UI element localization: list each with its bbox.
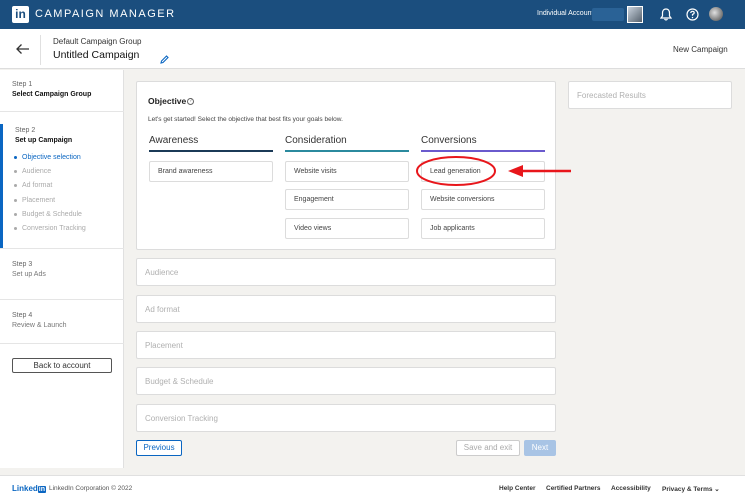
step-2-label: Step 2 [15, 127, 36, 134]
help-center-link[interactable]: Help Center [499, 485, 535, 492]
column-title-conversions: Conversions [421, 135, 477, 146]
consideration-color-bar [285, 150, 409, 152]
save-and-exit-button[interactable]: Save and exit [456, 440, 520, 456]
privacy-terms-link[interactable]: Privacy & Terms ⌄ [662, 485, 720, 493]
conversions-color-bar [421, 150, 545, 152]
app-title: CAMPAIGN MANAGER [35, 8, 176, 20]
column-title-consideration: Consideration [285, 135, 347, 146]
objective-option-lead-generation[interactable]: Lead generation [421, 161, 545, 182]
section-label: Audience [145, 268, 179, 277]
account-image[interactable] [627, 6, 643, 23]
objective-option-brand-awareness[interactable]: Brand awareness [149, 161, 273, 182]
section-label: Ad format [145, 305, 180, 314]
substep-placement[interactable]: Placement [14, 197, 55, 204]
step-3-label: Step 3 [12, 261, 33, 268]
forecast-title: Forecasted Results [577, 91, 646, 100]
pencil-icon[interactable] [160, 51, 169, 64]
forecasted-results-card: Forecasted Results [568, 81, 732, 109]
step-divider [0, 111, 124, 112]
bullet-icon [14, 226, 17, 230]
campaign-name[interactable]: Untitled Campaign [53, 49, 139, 61]
bell-icon[interactable] [658, 7, 673, 22]
step-4[interactable]: Step 4 Review & Launch [12, 312, 66, 329]
step-divider [0, 248, 124, 249]
certified-partners-link[interactable]: Certified Partners [546, 485, 601, 492]
new-campaign-button[interactable]: New Campaign [673, 45, 728, 54]
objective-option-website-conversions[interactable]: Website conversions [421, 189, 545, 210]
section-label: Placement [145, 341, 183, 350]
awareness-color-bar [149, 150, 273, 152]
header-divider [40, 35, 41, 65]
bullet-icon [14, 169, 17, 173]
privacy-terms-label: Privacy & Terms [662, 486, 713, 493]
substep-label: Ad format [22, 182, 53, 189]
campaign-header: Default Campaign Group Untitled Campaign… [0, 29, 745, 69]
section-audience[interactable]: Audience [136, 258, 556, 286]
linkedin-logo[interactable]: in [12, 6, 29, 23]
objective-option-engagement[interactable]: Engagement [285, 189, 409, 210]
step-3[interactable]: Step 3 Set up Ads [12, 261, 46, 278]
substep-ad-format[interactable]: Ad format [14, 182, 52, 189]
step-2[interactable]: Step 2 Set up Campaign [15, 127, 72, 144]
back-arrow-icon[interactable] [14, 40, 32, 58]
chevron-down-icon: ⌄ [714, 486, 720, 493]
substep-label: Budget & Schedule [22, 211, 82, 218]
column-title-awareness: Awareness [149, 135, 199, 146]
objective-card: Objective? Let's get started! Select the… [136, 81, 556, 250]
objective-option-video-views[interactable]: Video views [285, 218, 409, 239]
user-avatar[interactable] [709, 7, 723, 21]
step-2-title: Set up Campaign [15, 137, 73, 144]
objective-option-website-visits[interactable]: Website visits [285, 161, 409, 182]
account-name[interactable]: Individual Account [537, 10, 593, 17]
footer-logo-text: Linked [12, 484, 38, 493]
step-divider [0, 299, 124, 300]
objective-description: Let's get started! Select the objective … [148, 116, 343, 123]
section-label: Budget & Schedule [145, 377, 214, 386]
substep-label: Placement [22, 197, 56, 204]
previous-button[interactable]: Previous [136, 440, 182, 456]
campaign-group-name: Default Campaign Group [53, 37, 142, 46]
substep-label: Audience [22, 168, 52, 175]
substep-conversion-tracking[interactable]: Conversion Tracking [14, 225, 86, 232]
section-budget-schedule[interactable]: Budget & Schedule [136, 367, 556, 395]
substep-label: Conversion Tracking [22, 225, 86, 232]
substep-objective-selection[interactable]: Objective selection [14, 154, 81, 161]
step-divider [0, 343, 124, 344]
top-navigation-bar: in CAMPAIGN MANAGER Individual Account [0, 0, 745, 29]
back-to-account-button[interactable]: Back to account [12, 358, 112, 373]
section-label: Conversion Tracking [145, 414, 218, 423]
next-button[interactable]: Next [524, 440, 556, 456]
footer-logo-in: in [37, 486, 47, 493]
step-4-label: Step 4 [12, 312, 33, 319]
accessibility-link[interactable]: Accessibility [611, 485, 651, 492]
substep-label: Objective selection [22, 154, 81, 161]
bullet-icon [14, 183, 17, 187]
objective-option-job-applicants[interactable]: Job applicants [421, 218, 545, 239]
step-3-title: Set up Ads [12, 271, 46, 278]
step-1[interactable]: Step 1 Select Campaign Group [12, 81, 91, 98]
step-1-title: Select Campaign Group [12, 91, 92, 98]
bullet-icon [14, 155, 17, 159]
footer: Linkedin LinkedIn Corporation © 2022 Hel… [0, 475, 745, 500]
step-1-label: Step 1 [12, 81, 33, 88]
substep-audience[interactable]: Audience [14, 168, 51, 175]
section-ad-format[interactable]: Ad format [136, 295, 556, 323]
active-step-indicator [0, 124, 3, 248]
bullet-icon [14, 212, 17, 216]
step-4-title: Review & Launch [12, 322, 67, 329]
section-placement[interactable]: Placement [136, 331, 556, 359]
steps-sidebar: Step 1 Select Campaign Group Step 2 Set … [0, 70, 124, 468]
footer-linkedin-logo: Linkedin [12, 484, 47, 493]
help-icon[interactable]: ? [187, 98, 195, 106]
objective-title-text: Objective [148, 96, 187, 106]
account-id-redacted [592, 8, 624, 21]
help-icon[interactable] [685, 7, 700, 22]
substep-budget-schedule[interactable]: Budget & Schedule [14, 211, 82, 218]
objective-title: Objective? [148, 96, 195, 106]
bullet-icon [14, 198, 17, 202]
copyright-text: LinkedIn Corporation © 2022 [49, 485, 133, 492]
section-conversion-tracking[interactable]: Conversion Tracking [136, 404, 556, 432]
